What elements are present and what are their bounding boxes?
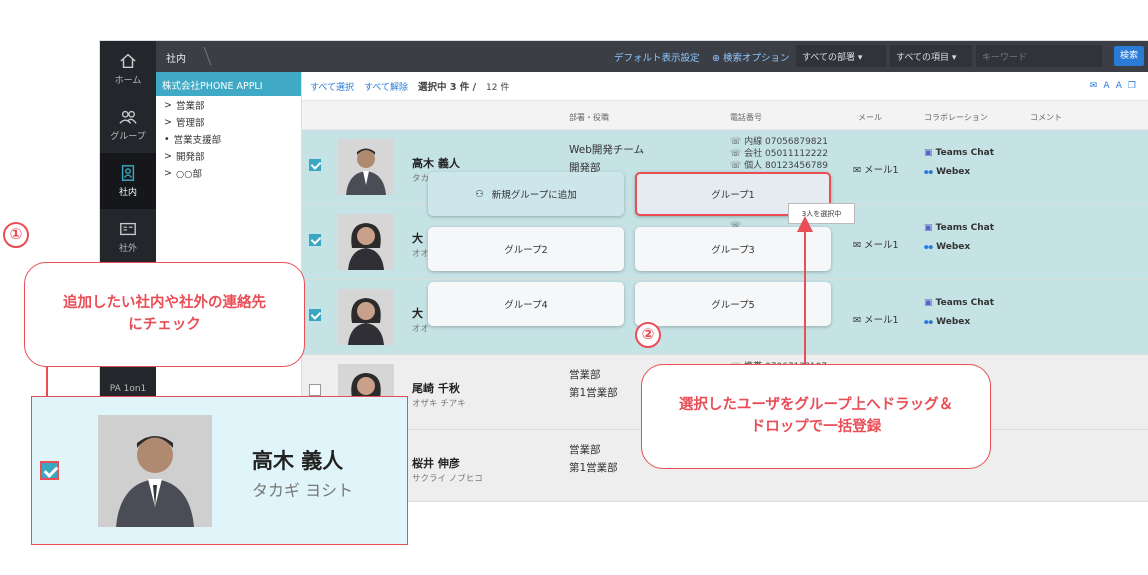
step-1-badge: ① [3,222,29,248]
callout-drag: 選択したユーザをグループ上へドラッグ＆ドロップで一括登録 [641,364,991,469]
zoom-kana: タカギ ヨシト [252,481,354,500]
zoom-avatar [98,415,212,527]
callout-check: 追加したい社内や社外の連絡先にチェック [24,262,305,367]
screenshot-stage: ホーム グループ 社内 社外 PA 1on1 社内 デフォルト表示設定 ⊕ 検索… [0,0,1148,575]
step-2-badge: ② [635,322,661,348]
zoomed-row: 高木 義人 タカギ ヨシト [31,396,408,545]
zoom-name: 高木 義人 [252,449,344,473]
zoom-checkbox[interactable] [40,461,59,480]
person-photo-icon [98,415,212,527]
